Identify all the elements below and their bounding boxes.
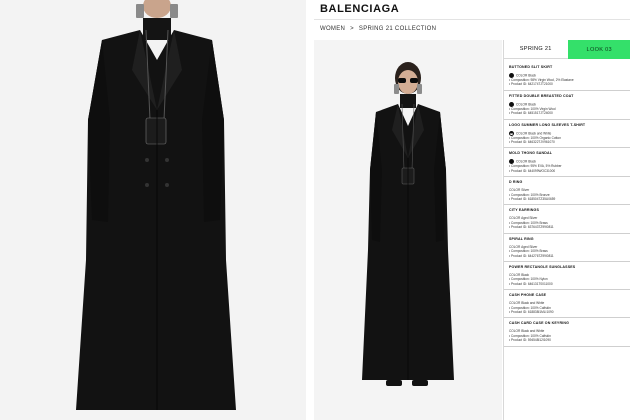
item-title[interactable]: D RING <box>509 180 627 184</box>
item-title[interactable]: POWER RECTANGLE SUNGLASSES <box>509 265 627 269</box>
product-id: • Product ID: 645151TJT24000 <box>509 111 553 116</box>
color-value: Black and White <box>521 329 545 334</box>
product-id: • Product ID: 646322TJV961070 <box>509 140 555 145</box>
product-id: • Product ID: 644099WOC31000 <box>509 168 556 173</box>
model-illustration <box>314 40 502 420</box>
item-title[interactable]: SPIRAL RING <box>509 237 627 241</box>
list-item[interactable]: D RING COLOR Silver • Composition: 100% … <box>504 177 630 206</box>
item-title[interactable]: CASH PHONE CASE <box>509 293 627 297</box>
color-label: COLOR <box>509 244 521 249</box>
list-item[interactable]: FITTED DOUBLE BREASTED COAT COLOR Black … <box>504 91 630 120</box>
color-swatch-icon <box>509 130 514 136</box>
tab-look[interactable]: LOOK 03 <box>567 40 630 59</box>
list-item[interactable]: POWER RECTANGLE SUNGLASSES COLOR Black •… <box>504 262 630 291</box>
list-item[interactable]: CITY EARRINGS COLOR Aged Silver • Compos… <box>504 205 630 234</box>
item-title[interactable]: FITTED DOUBLE BREASTED COAT <box>509 94 627 98</box>
product-id: • Product ID: 644276TZ99I0811 <box>509 253 554 258</box>
brand-logo[interactable]: BALENCIAGA <box>320 3 399 15</box>
list-item[interactable]: MOLD THONG SANDAL COLOR Black • Composit… <box>504 148 630 178</box>
breadcrumb-women[interactable]: WOMEN <box>320 26 345 32</box>
color-label: COLOR <box>516 73 528 78</box>
product-id: • Product ID: 618838I1MLI1090 <box>509 309 554 314</box>
color-value: Black <box>521 272 530 277</box>
look-panel: BALENCIAGA WOMEN > SPRING 21 COLLECTION <box>314 0 630 420</box>
product-id: • Product ID: 594548I12I1090 <box>509 338 551 343</box>
color-label: COLOR <box>509 188 521 193</box>
list-item[interactable]: LOGO SUMMER LONG SLEEVES T-SHIRT COLOR B… <box>504 120 630 149</box>
color-value: Black <box>528 73 537 78</box>
list-item[interactable]: CASH CARD CASE ON KEYRING COLOR Black an… <box>504 318 630 347</box>
color-label: COLOR <box>516 130 528 135</box>
look-tabs: SPRING 21 LOOK 03 <box>504 40 630 59</box>
site-header: BALENCIAGA <box>314 0 630 20</box>
color-label: COLOR <box>516 102 528 107</box>
list-item[interactable]: BUTTONED SLIT SKIRT COLOR Black • Compos… <box>504 62 630 91</box>
model-illustration <box>0 0 306 420</box>
color-value: Black <box>528 102 537 107</box>
look-photo[interactable] <box>314 40 502 420</box>
product-id: • Product ID: 637643TZ99I0811 <box>509 225 554 230</box>
color-value: Silver <box>521 188 530 193</box>
color-label: COLOR <box>516 159 528 164</box>
color-value: Aged Silver <box>521 244 538 249</box>
color-value: Black <box>528 159 537 164</box>
item-title[interactable]: MOLD THONG SANDAL <box>509 151 627 155</box>
color-label: COLOR <box>509 329 521 334</box>
breadcrumb: WOMEN > SPRING 21 COLLECTION <box>320 26 439 32</box>
tab-season[interactable]: SPRING 21 <box>504 40 568 59</box>
color-value: Black and White <box>528 130 552 135</box>
product-photo-main[interactable] <box>0 0 306 420</box>
product-id: • Product ID: 646131T0011000 <box>509 281 553 286</box>
color-value: Aged Silver <box>521 216 538 221</box>
look-details: SPRING 21 LOOK 03 BUTTONED SLIT SKIRT CO… <box>503 40 630 420</box>
list-item[interactable]: CASH PHONE CASE COLOR Black and White • … <box>504 290 630 319</box>
product-id: • Product ID: 618504TZ35U0659 <box>509 197 556 202</box>
breadcrumb-separator: > <box>350 26 354 32</box>
product-id: • Product ID: 642174TJT21000 <box>509 82 553 87</box>
color-label: COLOR <box>509 216 521 221</box>
item-title[interactable]: LOGO SUMMER LONG SLEEVES T-SHIRT <box>509 123 627 127</box>
color-value: Black and White <box>521 301 545 306</box>
color-label: COLOR <box>509 272 521 277</box>
list-item[interactable]: SPIRAL RING COLOR Aged Silver • Composit… <box>504 234 630 262</box>
color-label: COLOR <box>509 301 521 306</box>
item-title[interactable]: CITY EARRINGS <box>509 208 627 212</box>
item-title[interactable]: BUTTONED SLIT SKIRT <box>509 65 627 69</box>
item-list: BUTTONED SLIT SKIRT COLOR Black • Compos… <box>504 62 630 347</box>
breadcrumb-collection[interactable]: SPRING 21 COLLECTION <box>359 26 436 32</box>
item-title[interactable]: CASH CARD CASE ON KEYRING <box>509 321 627 325</box>
